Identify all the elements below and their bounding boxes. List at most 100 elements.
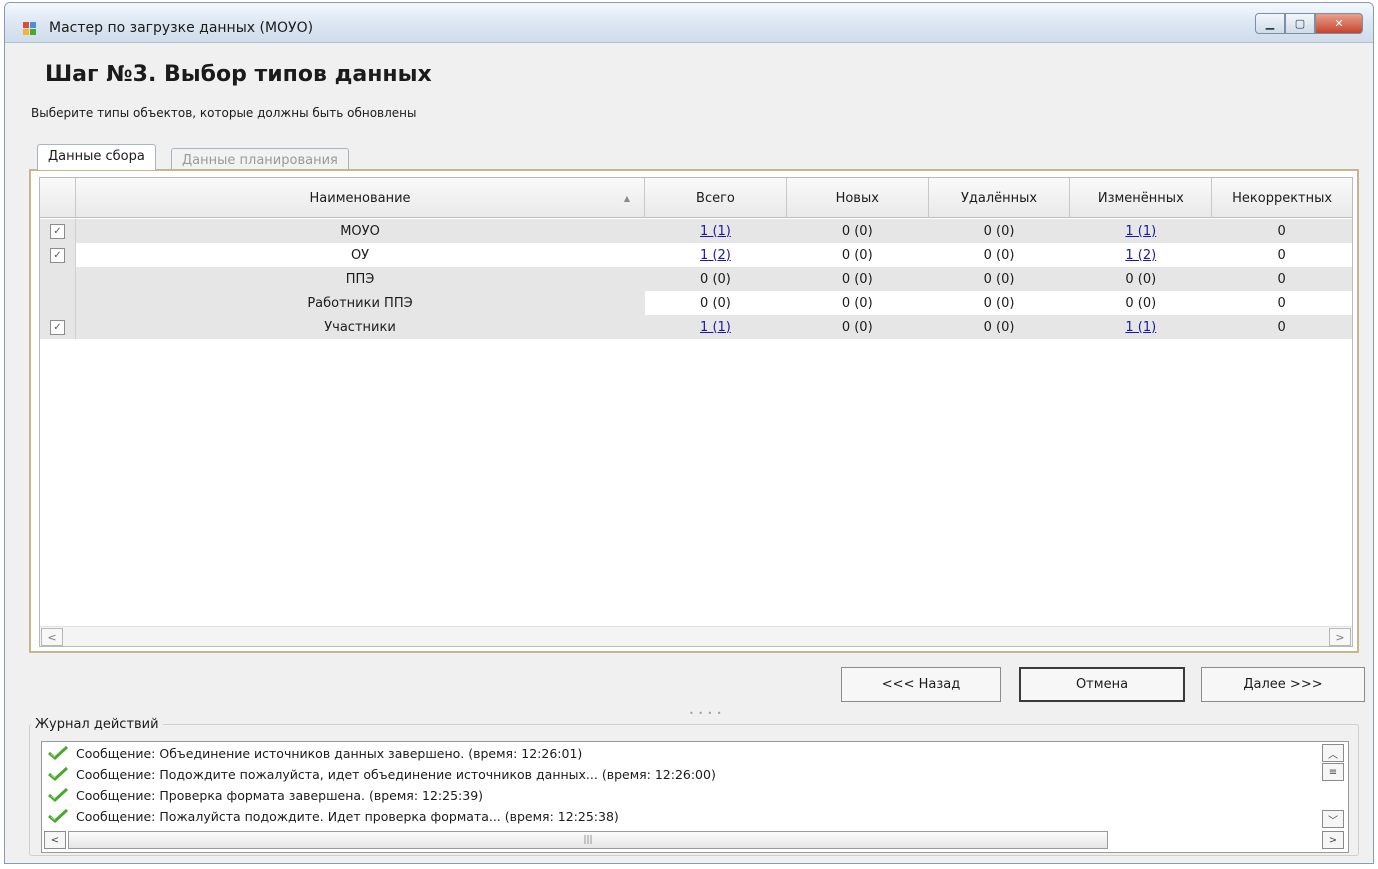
log-horizontal-scrollbar[interactable]: < ||| > xyxy=(44,830,1344,850)
log-entry: Сообщение: Объединение источников данных… xyxy=(48,743,582,763)
table-row[interactable]: ✓ ОУ 1 (2) 0 (0) 0 (0) 1 (2) 0 xyxy=(40,243,1352,267)
scroll-right-icon[interactable]: > xyxy=(1322,831,1344,849)
column-header-label: Наименование xyxy=(309,190,411,206)
scroll-thumb[interactable]: ||| xyxy=(68,831,1108,849)
table-row[interactable]: Работники ППЭ 0 (0) 0 (0) 0 (0) 0 (0) 0 xyxy=(40,291,1352,315)
column-header-name[interactable]: Наименование ▲ xyxy=(76,178,646,218)
cell-deleted: 0 (0) xyxy=(983,319,1015,335)
row-checkbox-cell: ✓ xyxy=(40,315,76,339)
scroll-up-icon[interactable]: ︿ xyxy=(1322,744,1344,762)
cell-incorrect: 0 xyxy=(1277,247,1286,263)
cell-name: ОУ xyxy=(350,247,370,263)
table-row[interactable]: ✓ МОУО 1 (1) 0 (0) 0 (0) 1 (1) 0 xyxy=(40,219,1352,243)
cell-total: 1 (1) xyxy=(645,315,787,339)
log-entry-text: Сообщение: Подождите пожалуйста, идет об… xyxy=(76,766,716,782)
cell-deleted: 0 (0) xyxy=(983,271,1015,287)
success-check-icon xyxy=(48,788,68,802)
grid-rows: ✓ МОУО 1 (1) 0 (0) 0 (0) 1 (1) 0 ✓ ОУ 1 … xyxy=(40,219,1352,339)
column-header-changed[interactable]: Изменённых xyxy=(1070,178,1213,218)
sort-ascending-icon: ▲ xyxy=(623,194,631,203)
table-row[interactable]: ✓ Участники 1 (1) 0 (0) 0 (0) 1 (1) 0 xyxy=(40,315,1352,339)
changed-link[interactable]: 1 (2) xyxy=(1125,248,1156,263)
scroll-left-icon[interactable]: < xyxy=(44,831,66,849)
row-checkbox[interactable]: ✓ xyxy=(49,223,65,239)
tab-collection-data[interactable]: Данные сбора xyxy=(37,144,156,170)
row-checkbox-cell: ✓ xyxy=(40,243,76,267)
column-header-new[interactable]: Новых xyxy=(787,178,929,218)
maximize-icon[interactable]: ▢ xyxy=(1285,13,1315,34)
log-entry-text: Сообщение: Объединение источников данных… xyxy=(76,745,583,761)
wizard-window: Мастер по загрузке данных (МОУО) ▁ ▢ ✕ Ш… xyxy=(4,2,1374,864)
cell-changed: 1 (1) xyxy=(1070,315,1212,339)
next-button[interactable]: Далее >>> xyxy=(1201,667,1365,702)
success-check-icon xyxy=(48,746,68,760)
cell-incorrect: 0 xyxy=(1277,295,1286,311)
minimize-icon[interactable]: ▁ xyxy=(1255,13,1285,34)
row-checkbox-cell xyxy=(40,291,76,315)
cell-new: 0 (0) xyxy=(841,271,873,287)
total-link[interactable]: 1 (1) xyxy=(700,320,731,335)
grid-header: Наименование ▲ Всего Новых Удалённых Изм… xyxy=(40,178,1352,218)
cell-incorrect: 0 xyxy=(1277,271,1286,287)
cancel-button[interactable]: Отмена xyxy=(1019,667,1185,702)
window-controls: ▁ ▢ ✕ xyxy=(1255,13,1363,35)
success-check-icon xyxy=(48,809,68,823)
cell-incorrect: 0 xyxy=(1277,319,1286,335)
row-checkbox-cell: ✓ xyxy=(40,219,76,243)
tab-panel: Наименование ▲ Всего Новых Удалённых Изм… xyxy=(29,169,1359,653)
row-checkbox-cell xyxy=(40,267,76,291)
total-link[interactable]: 1 (2) xyxy=(700,248,731,263)
scroll-left-icon[interactable]: < xyxy=(41,628,63,646)
cell-total: 1 (1) xyxy=(645,219,787,243)
log-entry-text: Сообщение: Пожалуйста подождите. Идет пр… xyxy=(76,808,619,824)
window-title: Мастер по загрузке данных (МОУО) xyxy=(49,20,314,36)
changed-link[interactable]: 1 (1) xyxy=(1125,320,1156,335)
cell-total: 0 (0) xyxy=(700,271,731,287)
close-icon[interactable]: ✕ xyxy=(1315,13,1363,34)
cell-name: Участники xyxy=(324,319,396,335)
scroll-thumb-icon[interactable]: ≡ xyxy=(1322,763,1344,781)
splitter-grip[interactable]: • • • • xyxy=(689,709,723,718)
title-bar[interactable]: Мастер по загрузке данных (МОУО) ▁ ▢ ✕ xyxy=(5,3,1373,43)
back-button[interactable]: <<< Назад xyxy=(841,667,1001,702)
changed-link[interactable]: 1 (1) xyxy=(1125,224,1156,239)
cell-total: 0 (0) xyxy=(700,295,731,311)
app-icon xyxy=(23,22,37,36)
cell-incorrect: 0 xyxy=(1277,223,1286,239)
cell-changed: 1 (1) xyxy=(1070,219,1212,243)
page-title: Шаг №3. Выбор типов данных xyxy=(45,62,432,87)
cell-name: ППЭ xyxy=(345,271,375,287)
cell-changed: 0 (0) xyxy=(1125,271,1157,287)
cell-name: Работники ППЭ xyxy=(75,291,646,315)
data-types-grid: Наименование ▲ Всего Новых Удалённых Изм… xyxy=(39,177,1353,647)
wizard-content: Шаг №3. Выбор типов данных Выберите типы… xyxy=(5,44,1373,863)
cell-changed: 0 (0) xyxy=(1125,295,1157,311)
row-checkbox[interactable]: ✓ xyxy=(49,319,65,335)
log-list[interactable]: Сообщение: Объединение источников данных… xyxy=(41,741,1349,853)
total-link[interactable]: 1 (1) xyxy=(700,224,731,239)
row-checkbox[interactable]: ✓ xyxy=(49,247,65,263)
success-check-icon xyxy=(48,767,68,781)
cell-new: 0 (0) xyxy=(841,223,873,239)
column-header-deleted[interactable]: Удалённых xyxy=(929,178,1071,218)
column-header-incorrect[interactable]: Некорректных xyxy=(1212,178,1352,218)
cell-name: МОУО xyxy=(340,223,380,239)
scroll-down-icon[interactable]: ﹀ xyxy=(1322,810,1344,828)
cell-deleted: 0 (0) xyxy=(983,223,1015,239)
log-entry: Сообщение: Пожалуйста подождите. Идет пр… xyxy=(48,806,619,826)
cell-new: 0 (0) xyxy=(841,319,873,335)
page-subtitle: Выберите типы объектов, которые должны б… xyxy=(31,106,417,120)
log-entry: Сообщение: Проверка формата завершена. (… xyxy=(48,785,483,805)
cell-changed: 1 (2) xyxy=(1070,243,1212,267)
table-row[interactable]: ППЭ 0 (0) 0 (0) 0 (0) 0 (0) 0 xyxy=(40,267,1352,291)
cell-new: 0 (0) xyxy=(841,295,873,311)
cell-total: 1 (2) xyxy=(645,243,787,267)
log-entry: Сообщение: Подождите пожалуйста, идет об… xyxy=(48,764,716,784)
cell-deleted: 0 (0) xyxy=(983,295,1015,311)
log-title: Журнал действий xyxy=(31,717,163,732)
cell-deleted: 0 (0) xyxy=(983,247,1015,263)
column-header-total[interactable]: Всего xyxy=(645,178,787,218)
grid-horizontal-scrollbar[interactable]: < > xyxy=(40,626,1352,646)
cell-new: 0 (0) xyxy=(841,247,873,263)
scroll-right-icon[interactable]: > xyxy=(1329,628,1351,646)
